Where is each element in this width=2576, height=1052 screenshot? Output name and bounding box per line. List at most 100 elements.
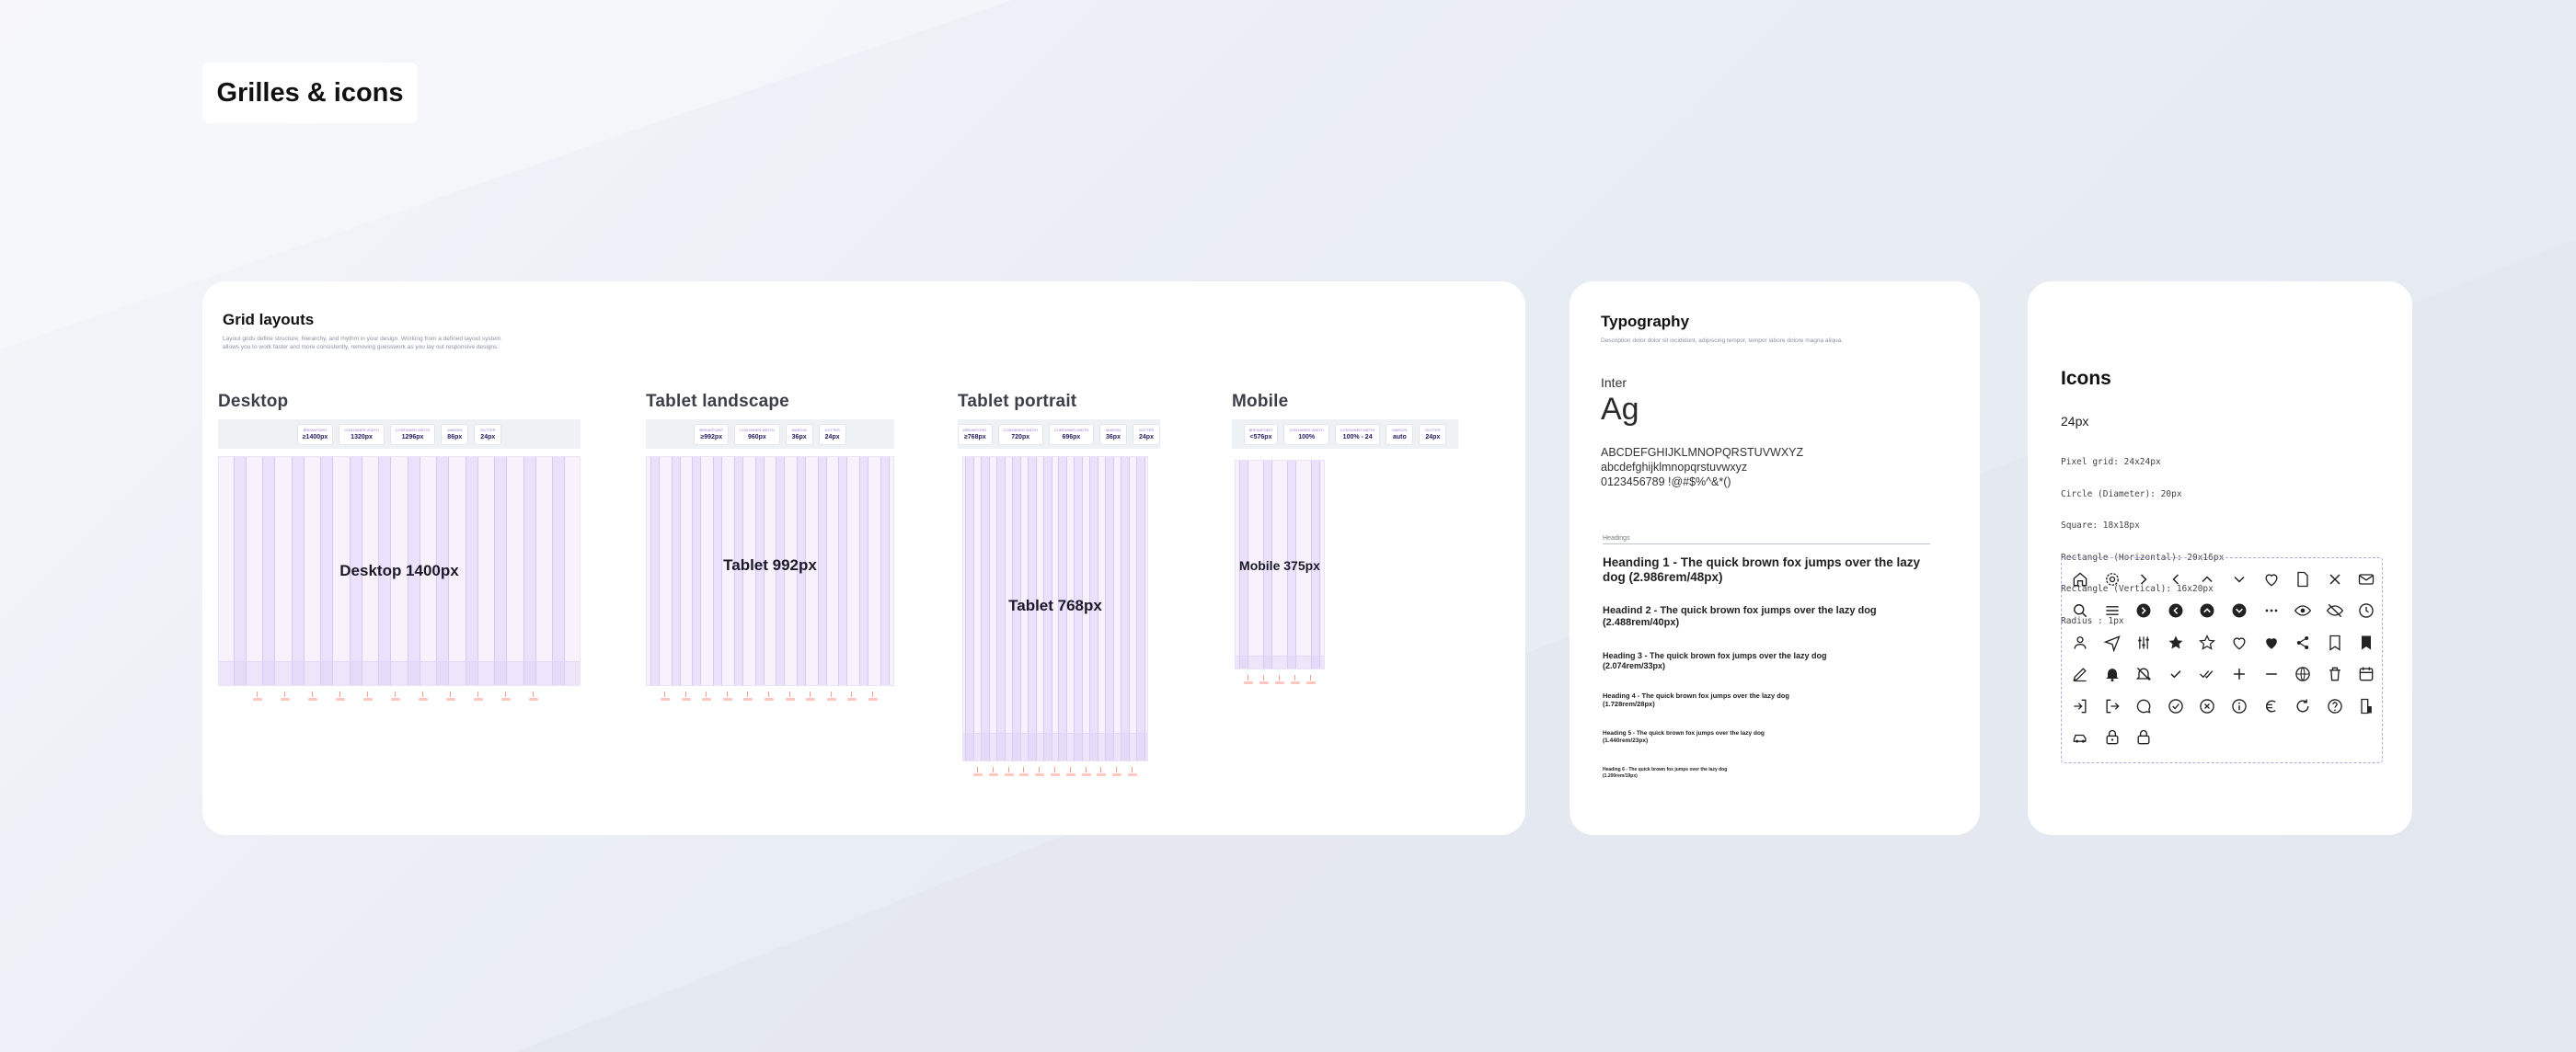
gutter-marker [973,767,983,778]
mail-icon[interactable] [2357,570,2375,589]
help-icon[interactable] [2326,697,2344,715]
spec-chip: Gutter 24px [1133,423,1160,445]
bookmark-icon[interactable] [2326,634,2344,652]
section-title-mobile: Mobile [1232,392,1289,411]
share-icon[interactable] [2294,634,2312,652]
star-icon[interactable] [2198,634,2216,652]
check-double-icon[interactable] [2198,665,2216,683]
glyphs-lowercase: abcdefghijklmnopqrstuvwxyz [1601,461,1748,474]
trash-icon[interactable] [2326,665,2344,683]
spec-chip-value: 36px [791,433,807,440]
calendar-icon[interactable] [2357,665,2375,683]
sliders-icon[interactable] [2134,634,2153,652]
icon-spec-line: Square: 18x18px [2061,520,2140,531]
gutter-marker [419,692,428,703]
gutter-markers-mobile [1244,675,1316,686]
close-icon[interactable] [2326,570,2344,589]
lock-icon[interactable] [2103,728,2122,747]
logout-icon[interactable] [2103,697,2122,715]
chat-icon[interactable] [2134,697,2153,715]
bell-off-icon[interactable] [2134,665,2153,683]
spec-chip-value: 36px [1106,433,1121,440]
gutter-marker [474,692,483,703]
gutter-marker [847,692,857,703]
spec-chip-key: Breakpoint [699,427,724,432]
gutter-marker [1081,767,1091,778]
chevron-up-icon[interactable] [2198,570,2216,589]
desktop-frame: Desktop 1400px [218,456,581,686]
refresh-icon[interactable] [2294,697,2312,715]
file-icon[interactable] [2294,570,2312,589]
car-icon[interactable] [2071,728,2089,747]
eye-icon[interactable] [2294,601,2312,620]
search-icon[interactable] [2071,601,2089,620]
more-horizontal-icon[interactable] [2262,601,2281,620]
check-circle-icon[interactable] [2167,697,2185,715]
gutter-marker [868,692,878,703]
send-icon[interactable] [2103,634,2122,652]
chevron-down-icon[interactable] [2230,570,2248,589]
info-icon[interactable] [2230,697,2248,715]
icon-size-label: 24px [2061,414,2089,429]
minus-icon[interactable] [2262,665,2281,683]
login-icon[interactable] [2071,697,2089,715]
spec-chip-value: 24px [824,433,840,440]
spec-chip-value: ≥1400px [302,433,328,440]
menu-icon[interactable] [2103,601,2122,620]
gutter-marker [1019,767,1029,778]
user-icon[interactable] [2071,634,2089,652]
receipt-icon[interactable] [2357,697,2375,715]
lock-closed-icon[interactable] [2134,728,2153,747]
heart-icon[interactable] [2262,570,2281,589]
arrow-circle-left-icon[interactable] [2167,601,2185,620]
gutter-marker [743,692,753,703]
settings-icon[interactable] [2103,570,2122,589]
eye-off-icon[interactable] [2326,601,2344,620]
gutter-marker [1035,767,1045,778]
spec-chip: Margin 36px [785,423,813,445]
font-sample: Ag [1601,392,1639,427]
home-icon[interactable] [2071,570,2089,589]
heart-filled-icon[interactable] [2262,634,2281,652]
spec-chip: Margin 36px [1099,423,1127,445]
heading-3-sample: Heading 3 - The quick brown fox jumps ov… [1603,651,1827,670]
spec-chip: Container width 960px [734,423,780,445]
spec-chip-key: Container width [1053,427,1089,432]
gutter-marker [529,692,538,703]
spec-chip: Container width 100% [1283,423,1329,445]
globe-icon[interactable] [2294,665,2312,683]
arrow-circle-up-icon[interactable] [2198,601,2216,620]
gutter-marker [363,692,373,703]
gutter-marker [1004,767,1014,778]
spec-chip: Container width 100% - 24 [1334,423,1381,445]
arrow-circle-right-icon[interactable] [2134,601,2153,620]
heart-outline-icon[interactable] [2230,634,2248,652]
gutter-markers-desktop [253,692,538,703]
spec-chip: Container width 696px [1048,423,1094,445]
arrow-circle-down-icon[interactable] [2230,601,2248,620]
clock-icon[interactable] [2357,601,2375,620]
spec-chip-value: 24px [1425,433,1441,440]
bell-icon[interactable] [2103,665,2122,683]
x-circle-icon[interactable] [2198,697,2216,715]
chevron-left-icon[interactable] [2167,570,2185,589]
heading-1-sample: Heanding 1 - The quick brown fox jumps o… [1603,555,1921,584]
spec-bar-tablet-landscape: Breakpoint ≥992px Container width 960px Marg… [646,419,894,449]
bookmark-filled-icon[interactable] [2357,634,2375,652]
chevron-right-icon[interactable] [2134,570,2153,589]
font-name: Inter [1601,375,1627,390]
euro-icon[interactable] [2262,697,2281,715]
spec-chip-value: 86px [447,433,463,440]
spec-chip: Breakpoint ≥768px [958,423,993,445]
tablet-portrait-frame: Tablet 768px [962,456,1148,761]
spec-chip: Breakpoint ≥1400px [296,423,334,445]
gutter-markers-tablet-landscape [661,692,878,703]
spec-chip: Gutter 24px [474,423,502,445]
headings-divider [1603,543,1930,544]
edit-icon[interactable] [2071,665,2089,683]
grid-description-line: allows you to work faster and more consi… [223,344,500,350]
check-icon[interactable] [2167,665,2185,683]
plus-icon[interactable] [2230,665,2248,683]
gutter-marker [785,692,795,703]
star-filled-icon[interactable] [2167,634,2185,652]
